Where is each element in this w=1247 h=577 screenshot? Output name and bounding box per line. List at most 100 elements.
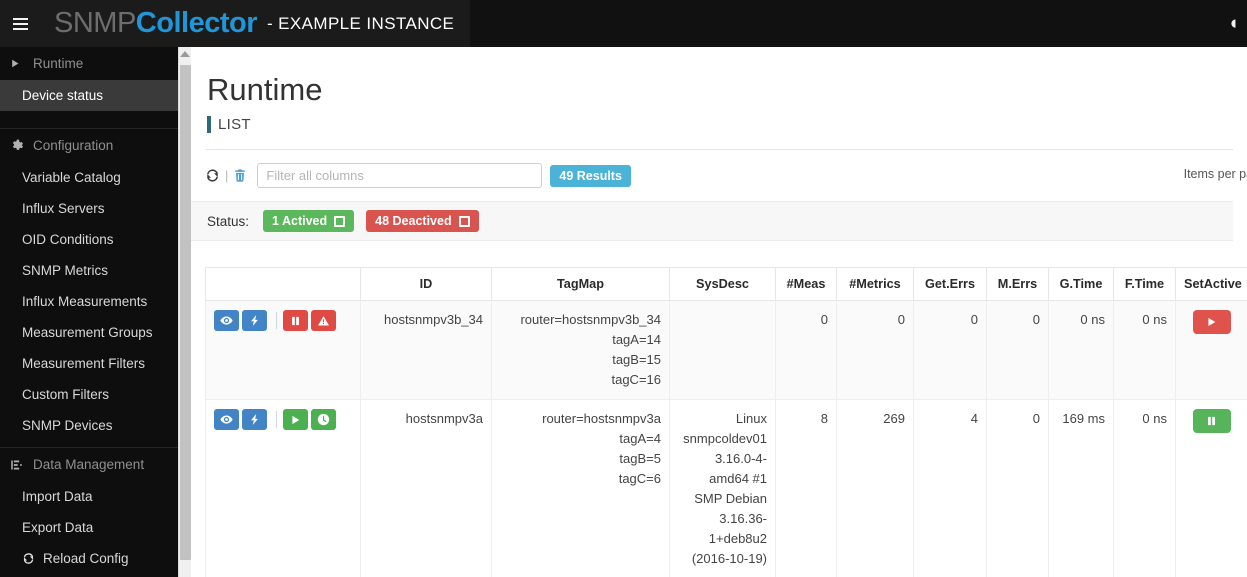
status-filter-bar: Status: 1 Actived 48 Deactived xyxy=(191,201,1233,242)
refresh-icon xyxy=(22,552,35,565)
bolt-button[interactable] xyxy=(242,409,267,431)
cell-metrics: 269 xyxy=(836,399,914,577)
cell-m-errs: 0 xyxy=(986,300,1049,401)
sidebar-item-label: Device status xyxy=(22,88,104,103)
cell-get-errs: 4 xyxy=(913,399,987,577)
clock-button[interactable] xyxy=(311,409,336,431)
eye-button[interactable] xyxy=(214,310,239,332)
sidebar-item-label: Reload Config xyxy=(43,551,129,566)
set-active-toggle-button[interactable] xyxy=(1192,409,1231,434)
column-header-id[interactable]: ID xyxy=(360,267,492,302)
sidebar-item-label: OID Conditions xyxy=(22,232,114,247)
divider xyxy=(205,149,1233,151)
sidebar-item-snmp-metrics[interactable]: SNMP Metrics xyxy=(0,255,178,286)
sidebar-item-label: Variable Catalog xyxy=(22,170,121,185)
sidebar-item-custom-filters[interactable]: Custom Filters xyxy=(0,379,178,410)
cell-get-errs: 0 xyxy=(913,300,987,401)
sidebar-group-runtime[interactable]: Runtime xyxy=(0,47,178,80)
cell-g-time: 169 ms xyxy=(1048,399,1114,577)
cell-sysdesc-text: Linux snmpcoldev01 3.16.0-4-amd64 #1 SMP… xyxy=(683,411,767,567)
cell-id-text: hostsnmpv3a xyxy=(405,411,483,427)
status-label: Status: xyxy=(207,213,250,229)
column-header--meas[interactable]: #Meas xyxy=(775,267,837,302)
cell-metrics: 0 xyxy=(836,300,914,401)
sidebar-item-measurement-groups[interactable]: Measurement Groups xyxy=(0,317,178,348)
top-bar-right-actions: ◖ xyxy=(1222,0,1247,47)
toolbar-separator: | xyxy=(225,168,229,184)
brand-text-snmp: SNMP xyxy=(54,7,136,39)
sidebar-item-reload-config[interactable]: Reload Config xyxy=(0,543,178,574)
cell-tagmap: router=hostsnmpv3a tagA=4 tagB=5 tagC=6 xyxy=(491,399,670,577)
top-bar: SNMPCollector - EXAMPLE INSTANCE ◖ xyxy=(0,0,1247,47)
column-header-m-errs[interactable]: M.Errs xyxy=(986,267,1049,302)
set-active-toggle-button[interactable] xyxy=(1192,310,1231,335)
sidebar-item-measurement-filters[interactable]: Measurement Filters xyxy=(0,348,178,379)
cell-id: hostsnmpv3a xyxy=(360,399,492,577)
column-header-sysdesc[interactable]: SysDesc xyxy=(669,267,776,302)
cell-get-errs-text: 0 xyxy=(970,312,978,328)
results-count-badge[interactable]: 49 Results xyxy=(550,164,631,187)
column-header-actions[interactable] xyxy=(205,267,361,302)
page-title: Runtime xyxy=(207,72,323,107)
filter-toolbar: | 49 Results Items per page xyxy=(205,163,1247,189)
sidebar-item-label: Import Data xyxy=(22,489,93,504)
sidebar-item-snmp-devices[interactable]: SNMP Devices xyxy=(0,410,178,441)
status-badge-deactivated[interactable]: 48 Deactived xyxy=(366,210,479,233)
cell-m-errs-text: 0 xyxy=(1032,411,1040,427)
column-header-g-time[interactable]: G.Time xyxy=(1048,267,1114,302)
sidebar-item-import-data[interactable]: Import Data xyxy=(0,481,178,512)
eye-button[interactable] xyxy=(214,409,239,431)
cell-g-time: 0 ns xyxy=(1048,300,1114,401)
sidebar-item-oid-conditions[interactable]: OID Conditions xyxy=(0,224,178,255)
cell-get-errs-text: 4 xyxy=(970,411,978,427)
scroll-up-arrow-icon[interactable] xyxy=(180,51,190,57)
warning-button[interactable] xyxy=(311,310,336,332)
brand[interactable]: SNMPCollector - EXAMPLE INSTANCE xyxy=(40,0,471,47)
sidebar-item-device-status[interactable]: Device status xyxy=(0,80,178,111)
cell-meas-text: 0 xyxy=(820,312,828,328)
brand-text-collector: Collector xyxy=(135,7,258,39)
sidebar-item-label: SNMP Metrics xyxy=(22,263,109,278)
table-row: hostsnmpv3a router=hostsnmpv3a tagA=4 tag… xyxy=(205,399,1247,577)
hamburger-icon xyxy=(12,17,28,30)
refresh-icon[interactable] xyxy=(205,168,220,183)
sidebar-item-label: Custom Filters xyxy=(22,387,110,402)
status-badge-activated-label: 1 Actived xyxy=(272,214,328,229)
bolt-button[interactable] xyxy=(242,310,267,332)
trash-icon[interactable] xyxy=(233,168,247,183)
sidebar-item-influx-servers[interactable]: Influx Servers xyxy=(0,193,178,224)
sidebar-item-label: Influx Measurements xyxy=(22,294,148,309)
menu-toggle-button[interactable] xyxy=(0,0,40,47)
status-badge-activated[interactable]: 1 Actived xyxy=(263,210,355,233)
device-status-table: ID TagMap SysDesc #Meas #Metrics Get.Errs M.Er… xyxy=(205,267,1247,577)
pause-button[interactable] xyxy=(283,310,308,332)
sidebar-scrollbar[interactable] xyxy=(178,47,191,577)
column-header--metrics[interactable]: #Metrics xyxy=(836,267,914,302)
sidebar-item-export-data[interactable]: Export Data xyxy=(0,512,178,543)
table-row: hostsnmpv3b_34 router=hostsnmpv3b_34 tagA… xyxy=(205,300,1247,401)
row-actions xyxy=(205,399,361,577)
sidebar-item-variable-catalog[interactable]: Variable Catalog xyxy=(0,162,178,193)
play-triangle-icon xyxy=(10,58,24,69)
brand-logo: SNMPCollector xyxy=(54,7,257,40)
cell-meas: 8 xyxy=(775,399,837,577)
gear-icon xyxy=(10,139,24,152)
checkbox-icon xyxy=(334,215,346,227)
column-header-get-errs[interactable]: Get.Errs xyxy=(913,267,987,302)
scrollbar-thumb[interactable] xyxy=(180,65,191,560)
column-header-setactive[interactable]: SetActive xyxy=(1175,267,1247,302)
filter-input[interactable] xyxy=(257,163,543,189)
column-header-tagmap[interactable]: TagMap xyxy=(491,267,670,302)
cell-f-time-text: 0 ns xyxy=(1142,411,1167,427)
sidebar-item-influx-measurements[interactable]: Influx Measurements xyxy=(0,286,178,317)
page-subtitle: LIST xyxy=(218,116,251,134)
sidebar-group-configuration[interactable]: Configuration xyxy=(0,129,178,162)
play-button[interactable] xyxy=(283,409,308,431)
column-header-f-time[interactable]: F.Time xyxy=(1113,267,1176,302)
cell-g-time-text: 169 ms xyxy=(1062,411,1105,427)
sidebar-group-data-management[interactable]: Data Management xyxy=(0,448,178,481)
search-icon[interactable]: ◖ xyxy=(1222,14,1245,33)
cell-meas-text: 8 xyxy=(820,411,828,427)
cell-metrics-text: 0 xyxy=(897,312,905,328)
